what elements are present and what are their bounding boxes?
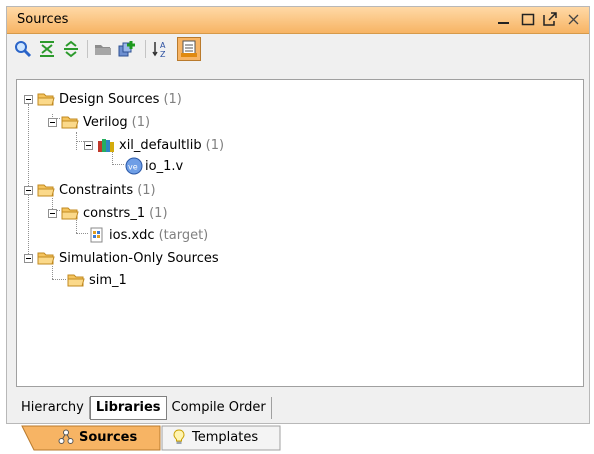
collapse-toggle[interactable] xyxy=(84,141,93,150)
folder-icon xyxy=(67,274,85,287)
collapse-all-icon[interactable] xyxy=(37,39,57,59)
tree-item-design-sources[interactable]: Design Sources (1) xyxy=(37,90,182,108)
folder-icon xyxy=(37,252,55,265)
tree-item-label: ios.xdc xyxy=(109,227,155,243)
library-icon xyxy=(98,139,114,152)
tree-item-count: (1) xyxy=(137,182,156,198)
constraint-file-icon xyxy=(90,227,103,243)
tab-templates[interactable]: Templates xyxy=(172,425,258,449)
bottom-tab-bar: Sources Templates xyxy=(0,422,594,454)
tree-item-label: constrs_1 xyxy=(83,205,146,221)
tree-item-sim-1[interactable]: sim_1 xyxy=(67,271,127,289)
minimize-icon[interactable] xyxy=(495,9,513,29)
show-sources-toggle-icon[interactable] xyxy=(177,37,201,61)
tree-item-label: Constraints xyxy=(59,182,134,198)
folder-icon xyxy=(37,93,55,106)
tree-item-xil-defaultlib[interactable]: xil_defaultlib (1) xyxy=(97,136,224,154)
tab-libraries[interactable]: Libraries xyxy=(89,396,167,420)
tab-templates-label: Templates xyxy=(192,429,259,445)
sources-panel: Sources A Z Design Sources (1) Verilog (… xyxy=(6,6,590,424)
tab-hierarchy[interactable]: Hierarchy xyxy=(16,397,90,419)
add-sources-icon[interactable] xyxy=(117,39,137,59)
open-folder-icon[interactable] xyxy=(93,39,113,59)
sources-hierarchy-icon xyxy=(58,429,74,444)
tree-item-count: (1) xyxy=(149,205,168,221)
folder-icon xyxy=(37,184,55,197)
sources-tree: Design Sources (1) Verilog (1) xil_defau… xyxy=(16,79,584,387)
tree-item-label: Design Sources xyxy=(59,91,160,107)
tree-item-label: Verilog xyxy=(83,114,128,130)
tree-item-count: (1) xyxy=(205,137,225,153)
tree-item-label: io_1.v xyxy=(145,158,184,174)
search-icon[interactable] xyxy=(13,39,33,59)
maximize-icon[interactable] xyxy=(519,9,537,29)
tree-item-simulation-only-sources[interactable]: Simulation-Only Sources xyxy=(37,249,219,267)
title-bar: Sources xyxy=(7,7,589,34)
tab-sources-label: Sources xyxy=(79,429,138,445)
tab-compile-order[interactable]: Compile Order xyxy=(167,397,272,419)
tree-item-label: xil_defaultlib xyxy=(119,137,202,153)
toolbar-separator xyxy=(87,40,88,58)
sort-az-icon[interactable]: AZ xyxy=(151,39,171,59)
tree-item-constrs-1[interactable]: constrs_1 (1) xyxy=(61,204,168,222)
expand-all-icon[interactable] xyxy=(61,39,81,59)
toolbar-separator xyxy=(145,40,146,58)
tree-line xyxy=(52,279,66,280)
tree-item-label: sim_1 xyxy=(89,272,127,288)
svg-text:A: A xyxy=(160,41,166,50)
lightbulb-icon xyxy=(173,429,185,444)
verilog-file-icon: ve xyxy=(125,157,143,175)
tree-item-label: Simulation-Only Sources xyxy=(59,250,219,266)
collapse-toggle[interactable] xyxy=(48,118,57,127)
tree-line xyxy=(112,164,124,165)
tree-item-ios-xdc[interactable]: ios.xdc (target) xyxy=(89,226,208,244)
tree-item-verilog[interactable]: Verilog (1) xyxy=(61,113,150,131)
tree-line xyxy=(28,104,29,262)
svg-text:Z: Z xyxy=(160,50,166,59)
tree-line xyxy=(52,266,53,279)
tree-line xyxy=(76,233,88,234)
collapse-toggle[interactable] xyxy=(24,186,33,195)
collapse-toggle[interactable] xyxy=(24,95,33,104)
tree-item-constraints[interactable]: Constraints (1) xyxy=(37,181,156,199)
collapse-toggle[interactable] xyxy=(24,254,33,263)
collapse-toggle[interactable] xyxy=(48,209,57,218)
view-tabs: Hierarchy Libraries Compile Order xyxy=(16,396,272,420)
toolbar: AZ xyxy=(7,34,589,64)
float-icon[interactable] xyxy=(541,9,559,29)
panel-title: Sources xyxy=(17,12,69,27)
tab-sources[interactable]: Sources xyxy=(58,425,137,449)
svg-text:ve: ve xyxy=(128,163,138,172)
tree-item-count: (1) xyxy=(163,91,182,107)
close-icon[interactable] xyxy=(565,9,583,29)
folder-icon xyxy=(61,207,79,220)
tree-item-io-1-v[interactable]: ve io_1.v xyxy=(125,157,183,175)
tree-item-count: (1) xyxy=(131,114,151,130)
folder-icon xyxy=(61,116,79,129)
tree-item-target-tag: (target) xyxy=(158,227,209,243)
